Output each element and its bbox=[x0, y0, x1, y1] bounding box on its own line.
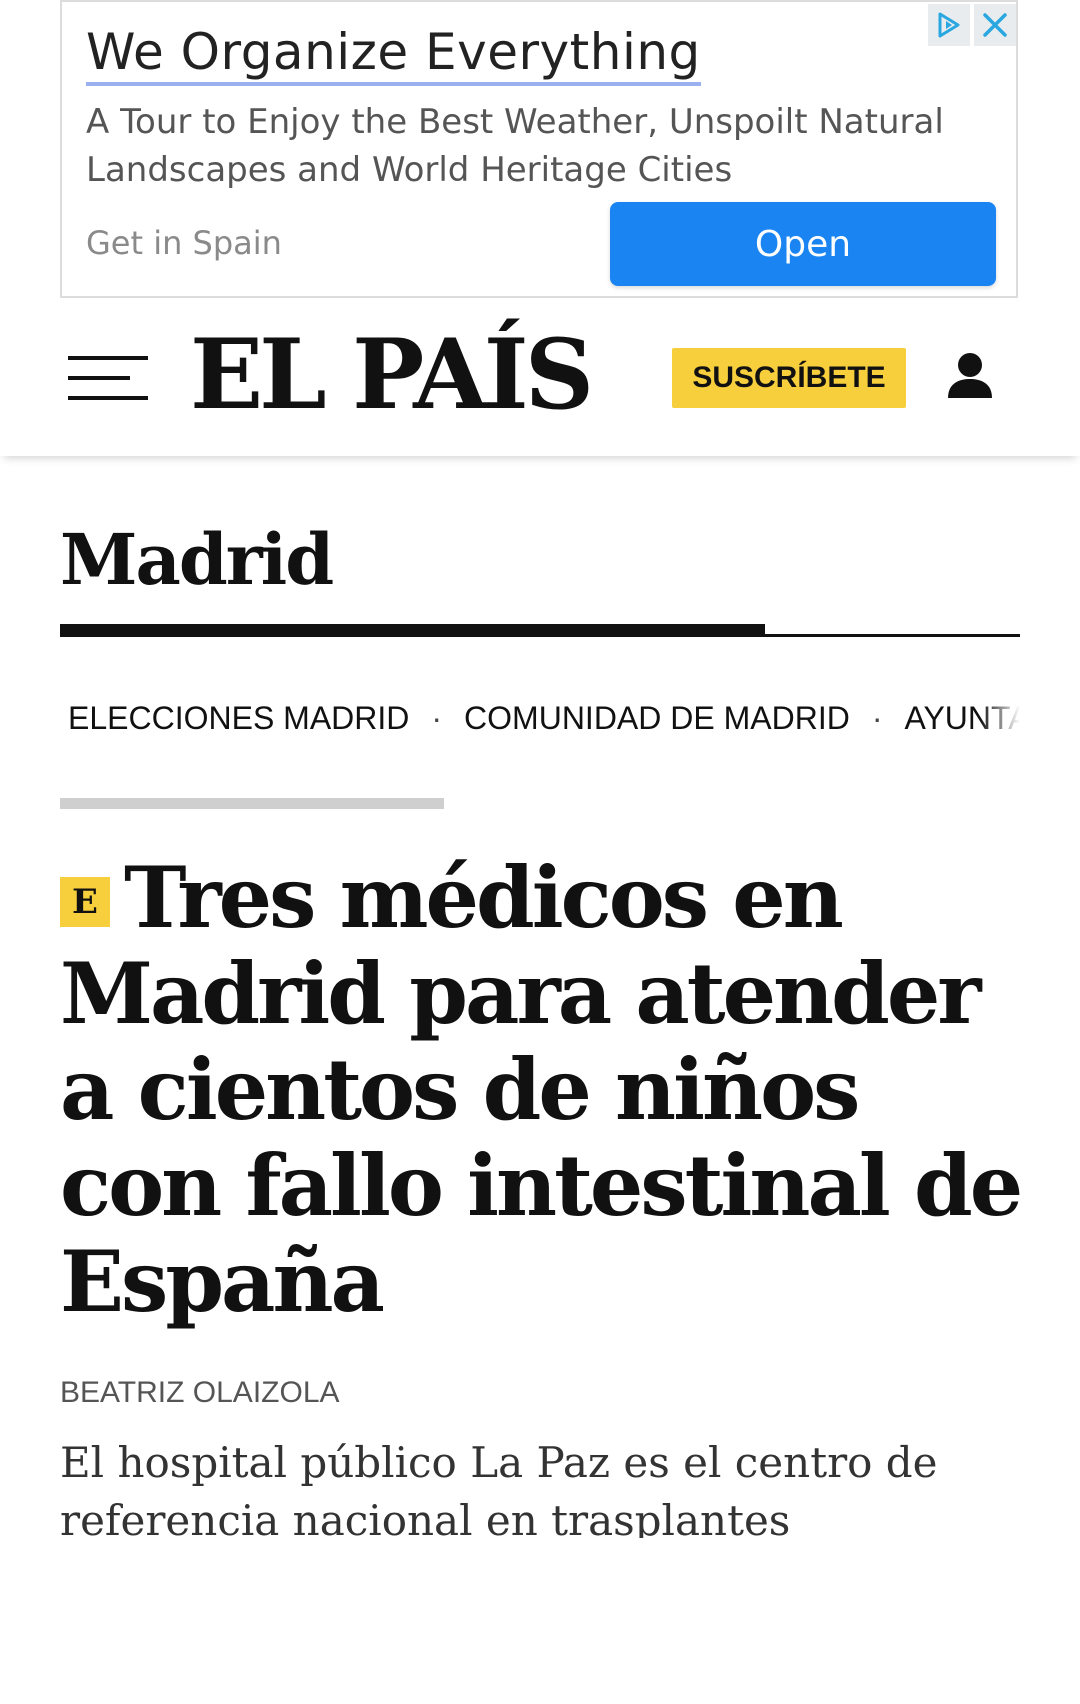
hamburger-menu-icon[interactable] bbox=[68, 356, 150, 400]
section-divider-active bbox=[60, 624, 765, 636]
ad-controls bbox=[928, 4, 1016, 46]
subnav-item-elecciones-madrid[interactable]: ELECCIONES MADRID bbox=[60, 700, 417, 737]
close-icon[interactable] bbox=[974, 4, 1016, 46]
subscribe-button[interactable]: SUSCRÍBETE bbox=[672, 348, 906, 408]
section-title[interactable]: Madrid bbox=[60, 518, 334, 601]
subnav-separator: · bbox=[431, 700, 443, 736]
ad-open-button[interactable]: Open bbox=[610, 202, 996, 286]
ad-source: Get in Spain bbox=[86, 224, 282, 262]
subnav-scrollbar[interactable] bbox=[60, 798, 444, 809]
section-subnav[interactable]: ELECCIONES MADRID · COMUNIDAD DE MADRID · AY… bbox=[60, 700, 1020, 750]
article-author[interactable]: BEATRIZ OLAIZOLA bbox=[60, 1376, 340, 1410]
subnav-separator: · bbox=[871, 700, 883, 736]
site-header: EL PAÍS SUSCRÍBETE bbox=[0, 298, 1080, 456]
article-summary: El hospital público La Paz es el centro … bbox=[60, 1438, 938, 1538]
user-icon[interactable] bbox=[944, 350, 1000, 402]
subnav-item-comunidad-de-madrid[interactable]: COMUNIDAD DE MADRID bbox=[456, 700, 858, 737]
headline-text[interactable]: Tres médicos en Madrid para atender a ci… bbox=[60, 848, 1023, 1331]
adchoices-icon[interactable] bbox=[928, 4, 970, 46]
subnav-fade bbox=[980, 700, 1020, 750]
ad-banner[interactable]: We Organize Everything A Tour to Enjoy t… bbox=[60, 0, 1018, 298]
premium-badge: E bbox=[60, 877, 110, 927]
ad-title[interactable]: We Organize Everything bbox=[86, 22, 701, 86]
site-logo[interactable]: EL PAÍS bbox=[190, 320, 594, 430]
ad-description: A Tour to Enjoy the Best Weather, Unspoi… bbox=[86, 102, 944, 190]
article-headline[interactable]: E Tres médicos en Madrid para atender a c… bbox=[60, 850, 1030, 1330]
